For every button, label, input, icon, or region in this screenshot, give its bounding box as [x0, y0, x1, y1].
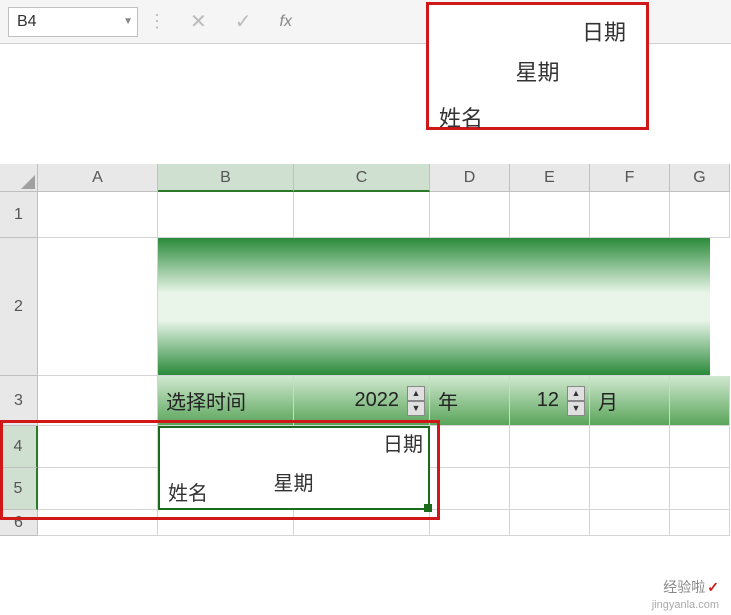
cell-c1[interactable] — [294, 192, 430, 238]
cell-reference: B4 — [17, 13, 37, 31]
cell-g5[interactable] — [670, 468, 730, 510]
cell-d1[interactable] — [430, 192, 510, 238]
row-1: 1 — [0, 192, 731, 238]
cell-g4[interactable] — [670, 426, 730, 468]
cell-e6[interactable] — [510, 510, 590, 536]
row-4: 4 日期 星期 姓名 — [0, 426, 731, 468]
expand-icon[interactable]: ⋮ — [148, 11, 166, 32]
cell-f5[interactable] — [590, 468, 670, 510]
cell-d5[interactable] — [430, 468, 510, 510]
cell-a5[interactable] — [38, 468, 158, 510]
cell-b6[interactable] — [158, 510, 294, 536]
cell-d6[interactable] — [430, 510, 510, 536]
row-header-5[interactable]: 5 — [0, 468, 38, 510]
col-header-b[interactable]: B — [158, 164, 294, 192]
col-header-e[interactable]: E — [510, 164, 590, 192]
cell-e1[interactable] — [510, 192, 590, 238]
col-header-d[interactable]: D — [430, 164, 510, 192]
select-time-label: 选择时间 — [158, 386, 246, 415]
cell-e3[interactable]: 12 ▲ ▼ — [510, 376, 590, 426]
row-6: 6 — [0, 510, 731, 536]
merged-date-label: 日期 — [158, 426, 429, 459]
year-unit: 年 — [430, 386, 458, 415]
row-3: 3 选择时间 2022 ▲ ▼ 年 12 ▲ ▼ 月 — [0, 376, 731, 426]
spreadsheet-grid: A B C D E F G 1 2 3 选择时间 2022 ▲ ▼ — [0, 164, 731, 536]
cell-a2[interactable] — [38, 238, 158, 376]
cancel-icon: ✕ — [190, 9, 207, 34]
cell-a4[interactable] — [38, 426, 158, 468]
month-unit: 月 — [590, 386, 618, 415]
col-header-c[interactable]: C — [294, 164, 430, 192]
col-header-f[interactable]: F — [590, 164, 670, 192]
cell-d3[interactable]: 年 — [430, 376, 510, 426]
watermark: 经验啦✓ — [663, 577, 719, 597]
name-box[interactable]: B4 ▼ — [8, 7, 138, 37]
cell-g3[interactable] — [670, 376, 730, 426]
cell-a1[interactable] — [38, 192, 158, 238]
formula-preview-box: 日期 星期 姓名 — [426, 2, 649, 130]
watermark-url: jingyanla.com — [652, 599, 719, 611]
row-header-1[interactable]: 1 — [0, 192, 38, 238]
year-spinner: ▲ ▼ — [407, 386, 425, 416]
cell-c3[interactable]: 2022 ▲ ▼ — [294, 376, 430, 426]
cell-g1[interactable] — [670, 192, 730, 238]
column-headers: A B C D E F G — [0, 164, 731, 192]
cell-b4-merged[interactable]: 日期 星期 姓名 — [158, 426, 430, 510]
cell-d4[interactable] — [430, 426, 510, 468]
preview-week-label: 星期 — [439, 55, 636, 87]
year-down-button[interactable]: ▼ — [407, 401, 425, 416]
cell-b3[interactable]: 选择时间 — [158, 376, 294, 426]
row-header-6[interactable]: 6 — [0, 510, 38, 536]
cell-f6[interactable] — [590, 510, 670, 536]
enter-icon: ✓ — [235, 9, 252, 34]
cell-c6[interactable] — [294, 510, 430, 536]
row-header-2[interactable]: 2 — [0, 238, 38, 376]
cell-e4[interactable] — [510, 426, 590, 468]
chevron-down-icon[interactable]: ▼ — [123, 16, 133, 27]
month-up-button[interactable]: ▲ — [567, 386, 585, 401]
year-value: 2022 — [294, 389, 403, 412]
col-header-g[interactable]: G — [670, 164, 730, 192]
month-down-button[interactable]: ▼ — [567, 401, 585, 416]
cell-e5[interactable] — [510, 468, 590, 510]
merged-name-label: 姓名 — [162, 475, 214, 508]
cell-f1[interactable] — [590, 192, 670, 238]
row-header-3[interactable]: 3 — [0, 376, 38, 426]
select-all-corner[interactable] — [0, 164, 38, 192]
month-spinner: ▲ ▼ — [567, 386, 585, 416]
preview-name-label: 姓名 — [439, 101, 636, 133]
row-header-4[interactable]: 4 — [0, 426, 38, 468]
fx-icon[interactable]: fx — [280, 13, 292, 31]
cell-a6[interactable] — [38, 510, 158, 536]
row-2: 2 — [0, 238, 731, 376]
cell-f4[interactable] — [590, 426, 670, 468]
cell-g6[interactable] — [670, 510, 730, 536]
check-icon: ✓ — [707, 579, 719, 595]
month-value: 12 — [510, 389, 563, 412]
preview-date-label: 日期 — [439, 15, 626, 47]
year-up-button[interactable]: ▲ — [407, 386, 425, 401]
banner-merged[interactable] — [158, 238, 710, 376]
cell-b1[interactable] — [158, 192, 294, 238]
cell-a3[interactable] — [38, 376, 158, 426]
col-header-a[interactable]: A — [38, 164, 158, 192]
cell-f3[interactable]: 月 — [590, 376, 670, 426]
